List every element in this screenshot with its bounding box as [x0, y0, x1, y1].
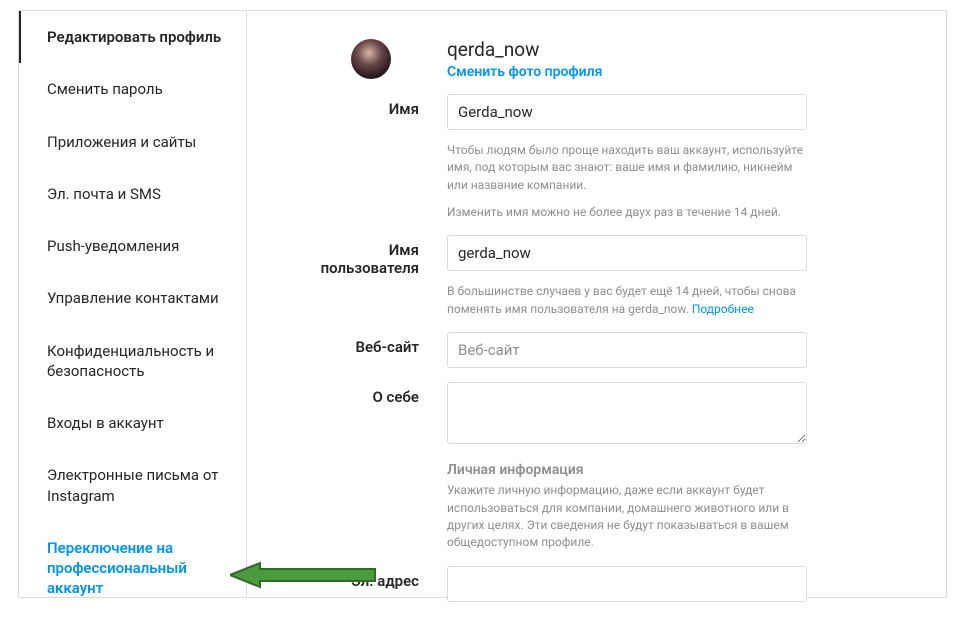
- name-help-2: Изменить имя можно не более двух раз в т…: [447, 204, 807, 221]
- sidebar-item-manage-contacts[interactable]: Управление контактами: [19, 272, 246, 324]
- bio-label: О себе: [307, 382, 447, 448]
- sidebar-item-email-sms[interactable]: Эл. почта и SMS: [19, 168, 246, 220]
- annotation-arrow-icon: [230, 560, 380, 590]
- content: qerda_now Сменить фото профиля Имя Чтобы…: [247, 11, 946, 597]
- bio-row: О себе: [307, 382, 886, 448]
- sidebar-item-edit-profile[interactable]: Редактировать профиль: [19, 11, 246, 63]
- sidebar-item-privacy-security[interactable]: Конфиденциальность и безопасность: [19, 325, 246, 398]
- sidebar-item-switch-professional[interactable]: Переключение на профессиональный аккаунт: [19, 522, 246, 615]
- profile-header-row: qerda_now Сменить фото профиля: [307, 39, 886, 80]
- sidebar-item-emails-from-instagram[interactable]: Электронные письма от Instagram: [19, 449, 246, 522]
- username-help: В большинстве случаев у вас будет ещё 14…: [447, 283, 807, 318]
- website-row: Веб-сайт: [307, 332, 886, 368]
- avatar[interactable]: [351, 39, 391, 79]
- email-input[interactable]: [447, 566, 807, 602]
- name-help-1: Чтобы людям было проще находить ваш акка…: [447, 142, 807, 194]
- sidebar: Редактировать профиль Сменить пароль При…: [19, 11, 247, 597]
- name-input[interactable]: [447, 94, 807, 130]
- sidebar-item-apps-websites[interactable]: Приложения и сайты: [19, 116, 246, 168]
- username-more-link[interactable]: Подробнее: [692, 302, 754, 316]
- username-label: Имя пользователя: [307, 235, 447, 318]
- sidebar-item-change-password[interactable]: Сменить пароль: [19, 63, 246, 115]
- personal-info-row: Личная информация Укажите личную информа…: [307, 462, 886, 552]
- settings-container: Редактировать профиль Сменить пароль При…: [18, 10, 947, 598]
- bio-textarea[interactable]: [447, 382, 807, 444]
- name-label: Имя: [307, 94, 447, 222]
- name-row: Имя Чтобы людям было проще находить ваш …: [307, 94, 886, 222]
- sidebar-item-push-notifications[interactable]: Push-уведомления: [19, 220, 246, 272]
- personal-info-help: Укажите личную информацию, даже если акк…: [447, 482, 807, 552]
- username-row: Имя пользователя В большинстве случаев у…: [307, 235, 886, 318]
- website-input[interactable]: [447, 332, 807, 368]
- sidebar-item-login-activity[interactable]: Входы в аккаунт: [19, 397, 246, 449]
- personal-info-title: Личная информация: [447, 462, 807, 478]
- username-input[interactable]: [447, 235, 807, 271]
- email-row: Эл. адрес: [307, 566, 886, 602]
- website-label: Веб-сайт: [307, 332, 447, 368]
- username-display: qerda_now: [447, 39, 807, 62]
- change-photo-link[interactable]: Сменить фото профиля: [447, 64, 807, 80]
